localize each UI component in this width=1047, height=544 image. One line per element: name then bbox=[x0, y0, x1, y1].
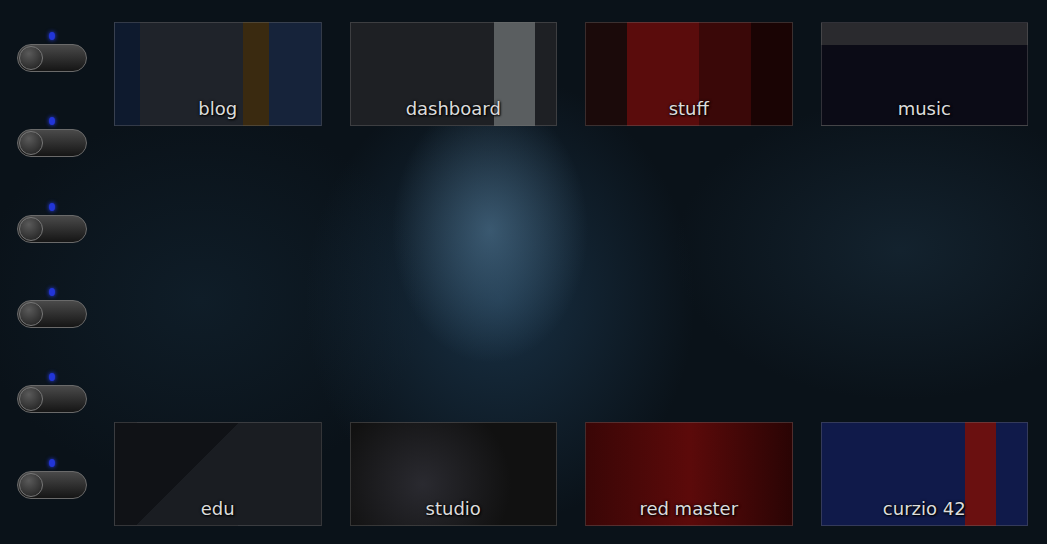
toggle-item bbox=[0, 459, 105, 544]
project-row: blog dashboard stuff music bbox=[114, 22, 1028, 126]
indicator-dot bbox=[49, 32, 55, 40]
project-card[interactable]: music bbox=[821, 22, 1029, 126]
portfolio-page: blog dashboard stuff music edu studio red mast… bbox=[0, 0, 1047, 544]
indicator-dot bbox=[49, 459, 55, 467]
toggle-item bbox=[0, 373, 105, 458]
project-card[interactable]: blog bbox=[114, 22, 322, 126]
toggle-item bbox=[0, 288, 105, 373]
switch-knob bbox=[19, 473, 43, 497]
switch-knob bbox=[19, 217, 43, 241]
indicator-dot bbox=[49, 203, 55, 211]
project-label: studio bbox=[426, 498, 481, 519]
project-card[interactable]: red master bbox=[585, 422, 793, 526]
toggle-item bbox=[0, 32, 105, 117]
toggle-switch[interactable] bbox=[17, 129, 87, 157]
project-label: stuff bbox=[669, 98, 709, 119]
project-row: edu studio red master curzio 42 bbox=[114, 422, 1028, 526]
project-area: blog dashboard stuff music edu studio red mast… bbox=[105, 0, 1047, 544]
switch-knob bbox=[19, 131, 43, 155]
toggle-switch[interactable] bbox=[17, 215, 87, 243]
toggle-switch[interactable] bbox=[17, 44, 87, 72]
switch-knob bbox=[19, 46, 43, 70]
project-label: red master bbox=[639, 498, 738, 519]
project-card[interactable]: curzio 42 bbox=[821, 422, 1029, 526]
project-card[interactable]: edu bbox=[114, 422, 322, 526]
project-label: music bbox=[898, 98, 951, 119]
toggle-item bbox=[0, 117, 105, 202]
indicator-dot bbox=[49, 288, 55, 296]
toggle-item bbox=[0, 203, 105, 288]
switch-knob bbox=[19, 302, 43, 326]
project-label: dashboard bbox=[406, 98, 501, 119]
indicator-dot bbox=[49, 117, 55, 125]
switch-knob bbox=[19, 387, 43, 411]
toggle-switch[interactable] bbox=[17, 300, 87, 328]
indicator-dot bbox=[49, 373, 55, 381]
toggle-switch[interactable] bbox=[17, 471, 87, 499]
toggle-switch[interactable] bbox=[17, 385, 87, 413]
project-card[interactable]: stuff bbox=[585, 22, 793, 126]
project-label: curzio 42 bbox=[883, 498, 966, 519]
project-label: blog bbox=[198, 98, 237, 119]
project-card[interactable]: studio bbox=[350, 422, 558, 526]
project-card[interactable]: dashboard bbox=[350, 22, 558, 126]
project-label: edu bbox=[201, 498, 235, 519]
toggle-column bbox=[0, 0, 105, 544]
